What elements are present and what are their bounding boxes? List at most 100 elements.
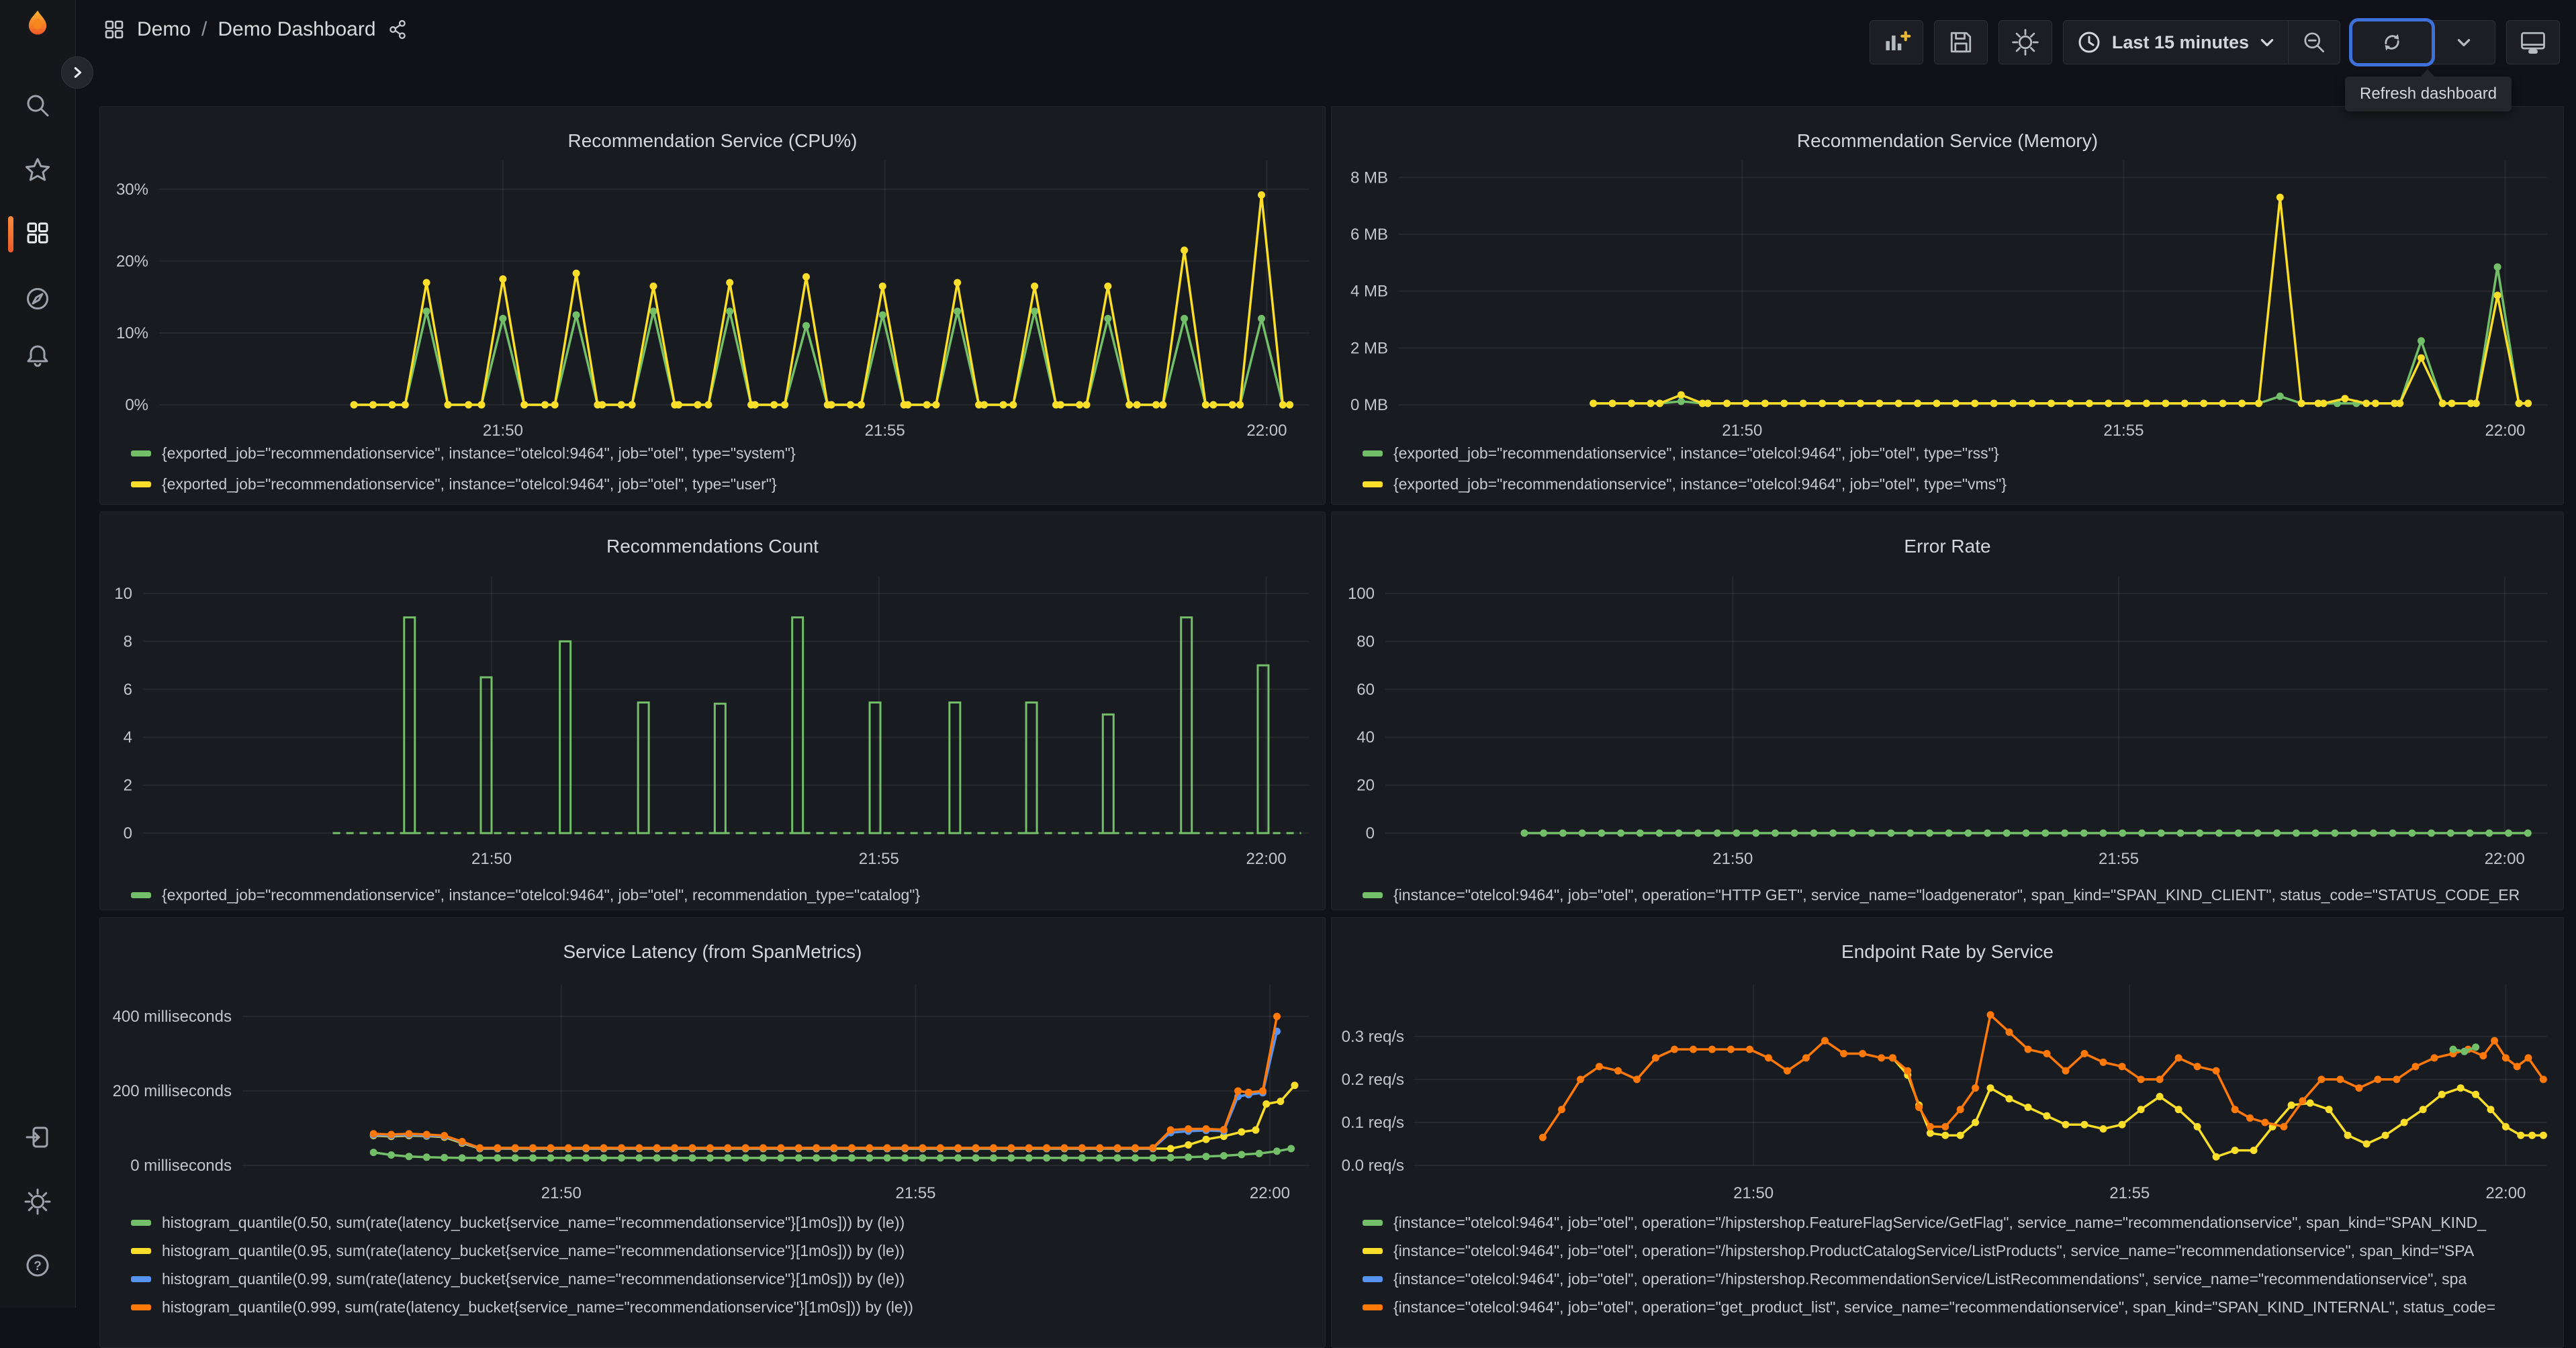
- panel-title[interactable]: Error Rate: [1332, 536, 2563, 557]
- panel-body: 0 MB 2 MB 4 MB 6 MB 8 MB 21:50 21:55 22:00 {expo…: [1332, 107, 2563, 504]
- legend-item[interactable]: {instance="otelcol:9464", job="otel", op…: [1363, 1212, 2552, 1233]
- dashboard-settings-button[interactable]: [1998, 20, 2052, 64]
- legend-item[interactable]: histogram_quantile(0.95, sum(rate(latenc…: [131, 1240, 1314, 1261]
- save-icon: [1950, 32, 1972, 53]
- time-range-picker[interactable]: Last 15 minutes: [2064, 21, 2288, 64]
- svg-text:22:00: 22:00: [2485, 850, 2525, 868]
- legend-label: histogram_quantile(0.999, sum(rate(laten…: [162, 1298, 913, 1316]
- panel-error-rate: Error Rate 0 20 40 60 80 100 21:50 21:55 22:00 {i…: [1331, 512, 2564, 910]
- sidebar-item-starred[interactable]: [21, 154, 54, 186]
- panel-title[interactable]: Recommendation Service (Memory): [1332, 130, 2563, 152]
- svg-text:21:55: 21:55: [2109, 1184, 2150, 1202]
- panel-body: 0% 10% 20% 30% 21:50 21:55 22:00 {exported_job=…: [100, 107, 1325, 504]
- svg-text:6: 6: [124, 681, 132, 699]
- refresh-interval-dropdown[interactable]: [2432, 21, 2495, 64]
- panel-endpoint-rate: Endpoint Rate by Service 0.0 req/s 0.1 re…: [1331, 917, 2564, 1348]
- top-navigation: Demo / Demo Dashboard Last 15 minutes: [75, 0, 2576, 67]
- svg-text:8 MB: 8 MB: [1350, 168, 1388, 187]
- svg-text:22:00: 22:00: [1246, 422, 1287, 440]
- svg-text:0.0 req/s: 0.0 req/s: [1342, 1157, 1404, 1175]
- svg-text:0.1 req/s: 0.1 req/s: [1342, 1114, 1404, 1132]
- time-range-label: Last 15 minutes: [2111, 32, 2249, 52]
- svg-text:200 milliseconds: 200 milliseconds: [113, 1082, 232, 1100]
- chevron-right-icon: [74, 67, 82, 78]
- legend-item[interactable]: {exported_job="recommendationservice", i…: [131, 442, 1314, 464]
- svg-text:?: ?: [34, 1259, 42, 1273]
- legend-item[interactable]: {exported_job="recommendationservice", i…: [1363, 473, 2552, 495]
- active-nav-indicator: [8, 216, 13, 252]
- legend-item[interactable]: histogram_quantile(0.99, sum(rate(latenc…: [131, 1268, 1314, 1290]
- panel-body: 0.0 req/s 0.1 req/s 0.2 req/s 0.3 req/s 21:5…: [1332, 918, 2563, 1347]
- sidebar-item-alerting[interactable]: [21, 340, 54, 372]
- svg-text:60: 60: [1356, 681, 1375, 699]
- grafana-logo[interactable]: [21, 7, 54, 39]
- share-icon[interactable]: [387, 19, 408, 40]
- legend-item[interactable]: {exported_job="recommendationservice", i…: [131, 473, 1314, 495]
- legend-item[interactable]: {instance="otelcol:9464", job="otel", op…: [1363, 1268, 2552, 1290]
- sidebar-item-help[interactable]: ?: [21, 1249, 54, 1282]
- panel-recommendation-memory: Recommendation Service (Memory) 0 MB 2 MB…: [1331, 106, 2564, 505]
- chart-canvas: 0 2 4 6 8 10 21:50 21:55 22:00: [114, 577, 1309, 868]
- breadcrumb-dashboard-title[interactable]: Demo Dashboard: [218, 18, 375, 41]
- legend-label: histogram_quantile(0.50, sum(rate(latenc…: [162, 1213, 905, 1231]
- star-icon: [26, 158, 50, 181]
- svg-text:21:50: 21:50: [1722, 422, 1762, 440]
- svg-text:21:50: 21:50: [471, 850, 512, 868]
- compass-icon: [27, 288, 48, 309]
- breadcrumb-folder[interactable]: Demo: [137, 18, 191, 41]
- legend-swatch: [1363, 892, 1383, 898]
- refresh-group: [2349, 18, 2495, 66]
- legend-item[interactable]: {instance="otelcol:9464", job="otel", op…: [1363, 1240, 2552, 1261]
- svg-text:2 MB: 2 MB: [1350, 339, 1388, 357]
- refresh-dashboard-button[interactable]: [2349, 18, 2435, 66]
- zoom-out-time-button[interactable]: [2288, 21, 2340, 64]
- sidebar-item-dashboards[interactable]: [21, 217, 54, 249]
- svg-text:100: 100: [1348, 585, 1375, 603]
- kiosk-mode-button[interactable]: [2506, 20, 2560, 64]
- panel-title[interactable]: Recommendation Service (CPU%): [100, 130, 1325, 152]
- sidebar-item-search[interactable]: [21, 89, 54, 122]
- svg-text:0: 0: [124, 824, 132, 842]
- panel-title[interactable]: Service Latency (from SpanMetrics): [100, 941, 1325, 963]
- refresh-icon: [2385, 34, 2399, 51]
- legend-item[interactable]: {instance="otelcol:9464", job="otel", op…: [1363, 884, 2552, 906]
- svg-text:21:50: 21:50: [483, 422, 523, 440]
- svg-text:21:50: 21:50: [541, 1184, 582, 1202]
- tooltip-arrow: [2420, 69, 2435, 77]
- sidebar-item-sign-in[interactable]: [21, 1121, 54, 1153]
- panel-recommendations-count: Recommendations Count 0 2 4 6 8 10 21:50 21:55 2…: [99, 512, 1326, 910]
- dashboards-icon: [27, 222, 48, 244]
- time-controls-group: Last 15 minutes: [2062, 20, 2340, 64]
- sidebar-item-explore[interactable]: [21, 283, 54, 315]
- svg-text:21:55: 21:55: [865, 422, 905, 440]
- sign-in-icon: [26, 1126, 48, 1148]
- legend-item[interactable]: histogram_quantile(0.999, sum(rate(laten…: [131, 1296, 1314, 1318]
- panel-service-latency: Service Latency (from SpanMetrics) 0 mil…: [99, 917, 1326, 1348]
- panel-title[interactable]: Recommendations Count: [100, 536, 1325, 557]
- sidebar-item-settings[interactable]: [21, 1186, 54, 1218]
- svg-text:4 MB: 4 MB: [1350, 283, 1388, 301]
- add-panel-button[interactable]: [1869, 20, 1923, 64]
- legend-item[interactable]: histogram_quantile(0.50, sum(rate(latenc…: [131, 1212, 1314, 1233]
- legend-swatch: [1363, 1304, 1383, 1310]
- legend-item[interactable]: {exported_job="recommendationservice", i…: [131, 884, 1314, 906]
- svg-text:0 milliseconds: 0 milliseconds: [130, 1157, 232, 1175]
- legend-label: histogram_quantile(0.99, sum(rate(latenc…: [162, 1269, 905, 1288]
- svg-text:10%: 10%: [116, 324, 148, 342]
- clock-icon: [2078, 32, 2100, 53]
- svg-text:21:55: 21:55: [2103, 422, 2144, 440]
- legend-label: {exported_job="recommendationservice", i…: [162, 885, 921, 904]
- panel-recommendation-cpu: Recommendation Service (CPU%) 0% 10% 20% 30…: [99, 106, 1326, 505]
- svg-text:22:00: 22:00: [1246, 850, 1287, 868]
- legend-label: histogram_quantile(0.95, sum(rate(latenc…: [162, 1241, 905, 1259]
- panel-title[interactable]: Endpoint Rate by Service: [1332, 941, 2563, 963]
- legend-item[interactable]: {exported_job="recommendationservice", i…: [1363, 442, 2552, 464]
- svg-text:0: 0: [1366, 824, 1375, 842]
- legend-swatch: [131, 1247, 151, 1254]
- svg-text:20%: 20%: [116, 252, 148, 271]
- tooltip-text: Refresh dashboard: [2360, 85, 2497, 103]
- legend-item[interactable]: {instance="otelcol:9464", job="otel", op…: [1363, 1296, 2552, 1318]
- expand-sidebar-button[interactable]: [61, 56, 93, 89]
- svg-text:10: 10: [114, 585, 132, 603]
- save-dashboard-button[interactable]: [1933, 20, 1988, 64]
